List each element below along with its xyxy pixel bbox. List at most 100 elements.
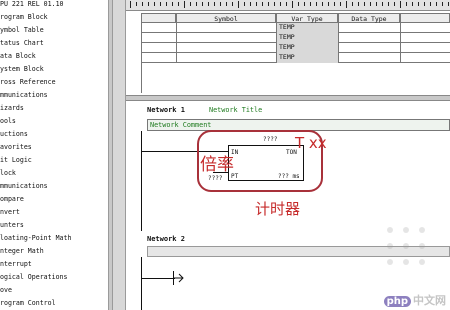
power-rail xyxy=(141,257,142,310)
row-cell[interactable] xyxy=(141,23,176,33)
ruler-tick xyxy=(304,2,305,6)
splitter-horizontal[interactable] xyxy=(126,95,450,101)
tree-item[interactable]: mmunications xyxy=(0,181,48,191)
tree-item[interactable]: uctions xyxy=(0,129,28,139)
tree-item[interactable]: ools xyxy=(0,116,16,126)
column-ruler xyxy=(126,0,450,11)
tree-item[interactable]: PU 221 REL 01.10 xyxy=(0,0,64,9)
network-1-label: Network 1 xyxy=(147,106,185,114)
ruler-tick xyxy=(136,2,137,6)
tree-item[interactable]: rogram Block xyxy=(0,12,48,22)
annotation-timer: 计时器 xyxy=(255,200,301,218)
symbol-cell[interactable] xyxy=(176,33,276,43)
row-cell[interactable] xyxy=(141,43,176,53)
tree-item[interactable]: mmunications xyxy=(0,90,48,100)
row-cell[interactable] xyxy=(141,53,176,63)
symbol-cell[interactable] xyxy=(176,23,276,33)
table-header-data-type: Data Type xyxy=(338,13,400,23)
var-type-cell[interactable]: TEMP xyxy=(276,23,338,33)
ruler-tick xyxy=(292,1,293,8)
table-empty-area xyxy=(141,63,450,93)
contact-icon[interactable] xyxy=(173,271,185,285)
ruler-tick xyxy=(280,2,281,6)
tree-item[interactable]: ove xyxy=(0,285,12,295)
tree-item[interactable]: avorites xyxy=(0,142,32,152)
data-type-cell[interactable] xyxy=(338,53,400,63)
watermark: php 中文网 xyxy=(383,292,446,308)
ruler-tick xyxy=(358,2,359,6)
network-1-title[interactable]: Network Title xyxy=(209,106,262,114)
tree-item[interactable]: lock xyxy=(0,168,16,178)
tree-item[interactable]: ymbol Table xyxy=(0,25,44,35)
data-type-cell[interactable] xyxy=(338,43,400,53)
ruler-tick xyxy=(340,2,341,6)
ruler-tick xyxy=(394,2,395,6)
editor-gutter xyxy=(113,0,126,310)
annotation-txx: T xx xyxy=(295,134,327,152)
ruler-tick xyxy=(232,2,233,6)
table-row[interactable]: TEMP xyxy=(141,23,450,33)
ruler-tick xyxy=(256,2,257,6)
table-row[interactable]: TEMP xyxy=(141,33,450,43)
project-tree: PU 221 REL 01.10 rogram Block ymbol Table t… xyxy=(0,0,108,310)
ruler-tick xyxy=(196,2,197,6)
tree-item[interactable]: it Logic xyxy=(0,155,32,165)
ruler-tick xyxy=(220,2,221,6)
ruler-tick xyxy=(352,2,353,6)
ruler-tick xyxy=(442,2,443,6)
ruler-tick xyxy=(226,2,227,6)
tree-item[interactable]: ata Block xyxy=(0,51,36,61)
ruler-tick xyxy=(190,2,191,6)
ruler-tick xyxy=(214,2,215,6)
row-cell[interactable] xyxy=(141,33,176,43)
program-editor: Symbol Var Type Data Type TEMP TEMP TEMP xyxy=(113,0,450,310)
table-header-symbol: Symbol xyxy=(176,13,276,23)
tree-item[interactable]: loating-Point Math xyxy=(0,233,71,243)
symbol-cell[interactable] xyxy=(176,53,276,63)
tree-item[interactable]: rogram Control xyxy=(0,298,56,308)
ruler-tick xyxy=(364,2,365,6)
arrow-icon xyxy=(174,273,184,283)
tree-item[interactable]: ystem Block xyxy=(0,64,44,74)
tree-item[interactable]: tatus Chart xyxy=(0,38,44,48)
table-row[interactable]: TEMP xyxy=(141,53,450,63)
ruler-tick xyxy=(310,2,311,6)
var-type-cell[interactable]: TEMP xyxy=(276,53,338,63)
table-header-var-type: Var Type xyxy=(276,13,338,23)
tree-item[interactable]: nterrupt xyxy=(0,259,32,269)
ruler-tick xyxy=(346,1,347,8)
ruler-tick xyxy=(178,2,179,6)
tree-item[interactable]: ogical Operations xyxy=(0,272,68,282)
tree-item[interactable]: nteger Math xyxy=(0,246,44,256)
ruler-tick xyxy=(160,2,161,6)
ruler-tick xyxy=(382,2,383,6)
watermark-dots-icon xyxy=(387,227,425,265)
tree-item[interactable]: izards xyxy=(0,103,24,113)
ruler-tick xyxy=(262,2,263,6)
tree-item[interactable]: ompare xyxy=(0,194,24,204)
ruler-tick xyxy=(430,2,431,6)
var-type-cell[interactable]: TEMP xyxy=(276,33,338,43)
comment-cell[interactable] xyxy=(400,53,450,63)
var-type-cell[interactable]: TEMP xyxy=(276,43,338,53)
tree-item[interactable]: ross Reference xyxy=(0,77,56,87)
ruler-tick xyxy=(244,2,245,6)
ruler-tick xyxy=(268,2,269,6)
comment-cell[interactable] xyxy=(400,43,450,53)
data-type-cell[interactable] xyxy=(338,23,400,33)
comment-cell[interactable] xyxy=(400,23,450,33)
table-row[interactable]: TEMP xyxy=(141,43,450,53)
symbol-cell[interactable] xyxy=(176,43,276,53)
ruler-tick xyxy=(334,2,335,6)
ruler-tick xyxy=(298,2,299,6)
ruler-tick xyxy=(322,2,323,6)
comment-cell[interactable] xyxy=(400,33,450,43)
ruler-tick xyxy=(418,2,419,6)
tree-item[interactable]: nvert xyxy=(0,207,20,217)
ruler-tick xyxy=(148,2,149,6)
ruler-tick xyxy=(274,2,275,6)
tree-item[interactable]: unters xyxy=(0,220,24,230)
ruler-tick xyxy=(166,2,167,6)
data-type-cell[interactable] xyxy=(338,33,400,43)
annotation-multiplier: 倍率 xyxy=(200,155,234,175)
